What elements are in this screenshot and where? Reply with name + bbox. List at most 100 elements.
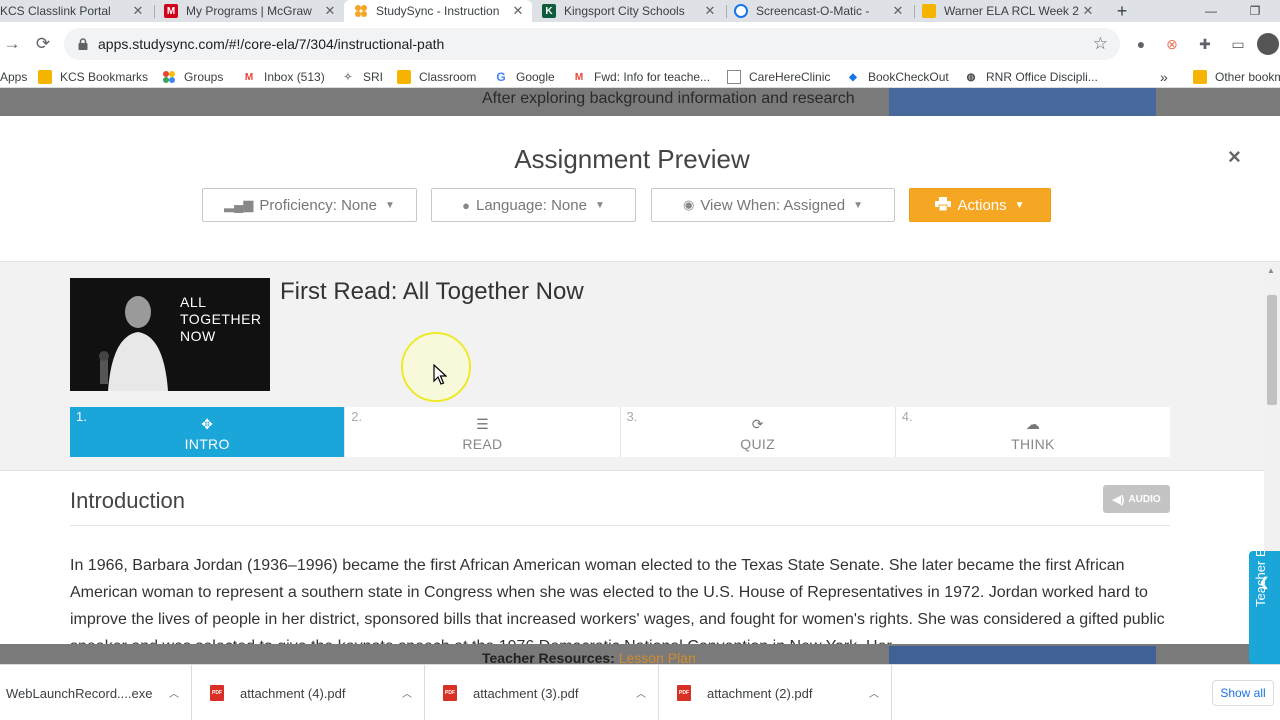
step-intro[interactable]: 1. ✥ INTRO xyxy=(70,407,345,457)
signal-bars-icon: ▂▄▆ xyxy=(224,197,254,212)
background-card-text: After exploring background information a… xyxy=(482,90,855,107)
tab-studysync[interactable]: StudySync - Instruction ✕ xyxy=(344,0,532,22)
bookmark-kcs-bookmarks[interactable]: KCS Bookmarks xyxy=(38,68,148,86)
dropdown-label: Language: None xyxy=(476,196,587,214)
download-item[interactable]: PDF attachment (2).pdf ︿ xyxy=(659,665,892,720)
bookmarks-overflow-button[interactable]: » xyxy=(1160,68,1168,86)
bookmarks-bar: Apps KCS Bookmarks Groups M Inbox (513) ✧… xyxy=(0,66,1280,88)
sri-icon: ✧ xyxy=(343,71,353,83)
cast-icon[interactable]: ▭ xyxy=(1228,34,1248,54)
gmail-icon: M xyxy=(244,71,254,83)
bookmark-label: Other bookmarks xyxy=(1215,70,1280,84)
introduction-text: In 1966, Barbara Jordan (1936–1996) beca… xyxy=(70,557,1165,644)
actions-button[interactable]: Actions ▼ xyxy=(909,188,1051,222)
teacher-edition-label: Teacher Edition xyxy=(1253,551,1268,607)
modal-title: Assignment Preview xyxy=(514,144,750,174)
download-item[interactable]: WebLaunchRecord....exe ︿ xyxy=(0,665,192,720)
url-text: apps.studysync.com/#!/core-ela/7/304/ins… xyxy=(98,36,445,52)
thumbnail-caption-line: TOGETHER xyxy=(180,311,262,327)
eye-icon: ◉ xyxy=(682,197,695,212)
bookmark-label: KCS Bookmarks xyxy=(60,70,149,84)
bookmark-sri[interactable]: ✧ SRI xyxy=(341,68,383,86)
forward-arrow-icon[interactable]: → xyxy=(0,32,24,56)
mouse-pointer-icon xyxy=(433,364,447,385)
puzzle-extensions-icon[interactable]: ✚ xyxy=(1195,34,1215,54)
bookmark-star-icon[interactable]: ☆ xyxy=(1093,34,1108,54)
download-item[interactable]: PDF attachment (3).pdf ︿ xyxy=(425,665,659,720)
bookmark-label: Groups xyxy=(184,70,224,84)
download-item[interactable]: PDF attachment (4).pdf ︿ xyxy=(192,665,425,720)
chevron-up-icon[interactable]: ︿ xyxy=(869,685,879,700)
reload-icon[interactable]: ⟳ xyxy=(31,32,55,56)
extension-circle-icon[interactable]: ● xyxy=(1131,34,1151,54)
step-read[interactable]: 2. ☰ READ xyxy=(344,407,619,457)
restore-button[interactable]: ❐ xyxy=(1240,0,1270,22)
bookmark-other[interactable]: Other bookmarks xyxy=(1193,68,1280,86)
minimize-button[interactable]: — xyxy=(1196,0,1226,22)
browser-toolbar: → ⟳ apps.studysync.com/#!/core-ela/7/304… xyxy=(0,22,1280,66)
globe-icon: ● xyxy=(462,197,470,213)
bookmark-label: Inbox (513) xyxy=(264,70,325,84)
tab-kcs-classlink[interactable]: KCS Classlink Portal ✕ xyxy=(0,0,152,22)
tab-title: KCS Classlink Portal xyxy=(0,4,111,18)
new-tab-button[interactable]: + xyxy=(1112,0,1132,22)
tab-title: StudySync - Instruction xyxy=(376,4,500,18)
bookmark-bookcheckout[interactable]: ◆ BookCheckOut xyxy=(846,68,949,86)
step-quiz[interactable]: 3. ⟳ QUIZ xyxy=(619,407,895,457)
close-icon[interactable]: × xyxy=(1228,144,1241,170)
bookmark-label: Google xyxy=(516,70,555,84)
bookmark-label: CareHereClinic xyxy=(749,70,831,84)
step-label: THINK xyxy=(1011,436,1055,452)
bookmark-label: SRI xyxy=(363,70,384,84)
studysync-icon xyxy=(354,4,368,18)
bookmark-inbox[interactable]: M Inbox (513) xyxy=(242,68,325,86)
proficiency-dropdown[interactable]: ▂▄▆ Proficiency: None ▼ xyxy=(202,188,417,222)
teacher-edition-tab[interactable]: ❮ Teacher Edition xyxy=(1249,551,1280,664)
scrollbar-thumb[interactable] xyxy=(1267,295,1277,405)
tab-close-icon[interactable]: ✕ xyxy=(1080,3,1096,19)
tab-close-icon[interactable]: ✕ xyxy=(890,3,906,19)
tab-kingsport[interactable]: K Kingsport City Schools ✕ xyxy=(538,0,724,22)
step-label: QUIZ xyxy=(740,436,775,452)
tab-close-icon[interactable]: ✕ xyxy=(510,3,526,19)
globe-icon: ◍ xyxy=(966,71,976,83)
background-card-image xyxy=(889,646,1156,664)
bookmark-fwd-info[interactable]: M Fwd: Info for teache... xyxy=(572,68,710,86)
bookmark-rnr-office[interactable]: ◍ RNR Office Discipli... xyxy=(964,68,1098,86)
tab-close-icon[interactable]: ✕ xyxy=(702,3,718,19)
bookmark-carehereclinic[interactable]: CareHereClinic xyxy=(727,68,830,86)
screencast-extension-icon[interactable]: ⊗ xyxy=(1162,34,1182,54)
step-think[interactable]: 4. ☁ THINK xyxy=(894,407,1170,457)
tab-close-icon[interactable]: ✕ xyxy=(322,3,338,19)
tab-title: Screencast-O-Matic - xyxy=(756,4,870,18)
bookmark-groups[interactable]: Groups xyxy=(162,68,223,86)
audio-button[interactable]: ◀) AUDIO xyxy=(1103,485,1170,513)
kingsport-icon: K xyxy=(542,4,556,18)
chevron-up-icon[interactable]: ︿ xyxy=(402,685,412,700)
download-filename: attachment (4).pdf xyxy=(240,685,346,701)
bookmark-classroom[interactable]: Classroom xyxy=(397,68,476,86)
tab-screencast[interactable]: Screencast-O-Matic - ✕ xyxy=(730,0,912,22)
diamond-icon: ◆ xyxy=(849,71,857,83)
screencast-icon xyxy=(734,4,748,18)
step-label: INTRO xyxy=(184,436,230,452)
thumbnail-caption-line: NOW xyxy=(180,328,216,344)
bookmark-label: Classroom xyxy=(419,70,477,84)
view-when-dropdown[interactable]: ◉ View When: Assigned ▼ xyxy=(651,188,895,222)
chevron-up-icon[interactable]: ︿ xyxy=(636,685,646,700)
scroll-up-arrow-icon[interactable]: ▲ xyxy=(1267,266,1275,275)
bookmark-google[interactable]: G Google xyxy=(494,68,555,86)
bookmark-apps[interactable]: Apps xyxy=(0,68,27,86)
language-dropdown[interactable]: ● Language: None ▼ xyxy=(431,188,636,222)
folder-icon xyxy=(38,70,52,84)
tab-close-icon[interactable]: ✕ xyxy=(130,3,146,19)
download-filename: WebLaunchRecord....exe xyxy=(6,685,153,701)
tab-mcgraw[interactable]: M My Programs | McGraw ✕ xyxy=(160,0,344,22)
show-all-downloads-button[interactable]: Show all xyxy=(1212,680,1274,706)
chevron-up-icon[interactable]: ︿ xyxy=(169,685,179,700)
speaker-photo xyxy=(99,296,168,391)
tab-warner-ela[interactable]: Warner ELA RCL Week 2 ✕ xyxy=(918,0,1102,22)
profile-avatar[interactable] xyxy=(1257,33,1279,55)
address-bar[interactable]: apps.studysync.com/#!/core-ela/7/304/ins… xyxy=(64,28,1120,60)
dropdown-label: Proficiency: None xyxy=(259,196,377,214)
